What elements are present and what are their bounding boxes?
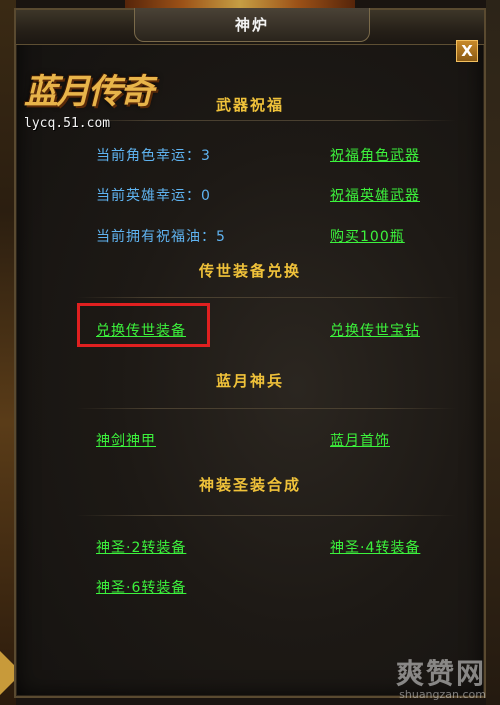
divider (76, 515, 456, 516)
divider (76, 408, 456, 409)
highlight-annotation-box (77, 303, 210, 347)
watermark-main: 爽赞网 (395, 657, 486, 690)
section-title-synthesis: 神装圣装合成 (198, 476, 301, 494)
divine-sword-armor-link[interactable]: 神剑神甲 (96, 430, 156, 450)
bless-hero-weapon-link[interactable]: 祝福英雄武器 (330, 185, 420, 205)
game-logo: 蓝月传奇 lycq.51.com (16, 60, 166, 140)
section-title-legacy-exchange: 传世装备兑换 (198, 262, 301, 280)
divider (76, 297, 456, 298)
section-title-blue-moon-weapons: 蓝月神兵 (215, 372, 284, 390)
buy-100-bottles-link[interactable]: 购买100瓶 (330, 226, 405, 246)
holy-rebirth-2-equipment-link[interactable]: 神圣·2转装备 (96, 537, 186, 557)
exchange-legacy-diamond-link[interactable]: 兑换传世宝钻 (330, 320, 420, 340)
window-title: 神炉 (134, 8, 370, 42)
background-scene-right (486, 0, 500, 705)
logo-url: lycq.51.com (24, 116, 111, 131)
blue-moon-jewelry-link[interactable]: 蓝月首饰 (330, 430, 390, 450)
site-watermark: 爽赞网 shuangzan.com (396, 652, 486, 701)
hero-luck-text: 当前英雄幸运：0 (96, 188, 211, 204)
blessing-oil-count-text: 当前拥有祝福油：5 (96, 229, 226, 245)
window-titlebar: 神炉 (16, 8, 484, 45)
close-button[interactable]: X (456, 40, 478, 62)
character-luck-text: 当前角色幸运：3 (96, 148, 211, 164)
logo-title: 蓝月传奇 (24, 72, 154, 112)
watermark-sub: shuangzan.com (399, 688, 486, 701)
holy-rebirth-4-equipment-link[interactable]: 神圣·4转装备 (330, 537, 420, 557)
holy-rebirth-6-equipment-link[interactable]: 神圣·6转装备 (96, 577, 186, 597)
bless-character-weapon-link[interactable]: 祝福角色武器 (330, 145, 420, 165)
